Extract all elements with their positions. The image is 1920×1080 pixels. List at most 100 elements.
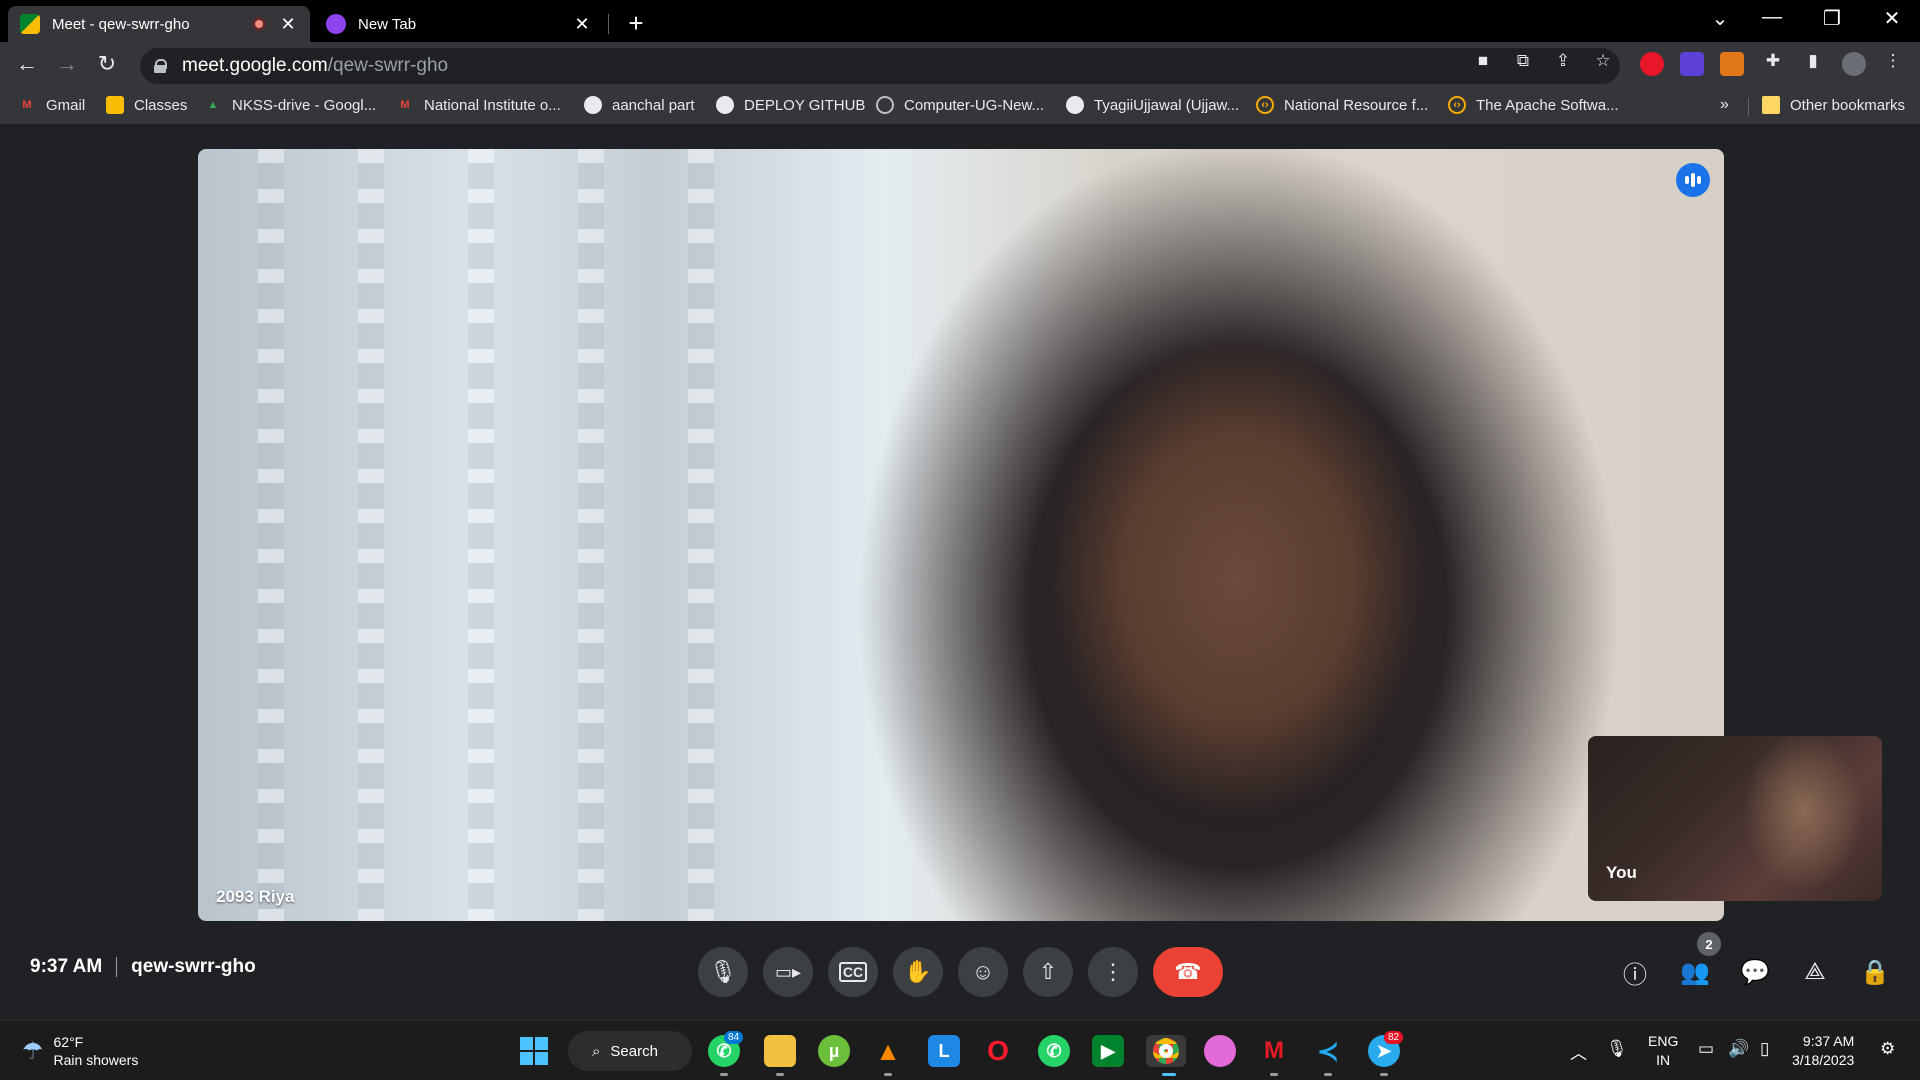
- lock-icon: [154, 59, 167, 73]
- meet-stage: 2093 Riya You 9:37 AM qew-swrr-gho 🎙 ▭▸ …: [0, 124, 1920, 1020]
- app-running-indicator: [1380, 1073, 1388, 1076]
- app-running-indicator: [720, 1073, 728, 1076]
- bookmark-national-institute[interactable]: M National Institute o...: [396, 96, 560, 114]
- windows-taskbar: ☂ 62°F Rain showers ⌕ Search ✆ 84 µ ▲ L …: [0, 1020, 1920, 1080]
- tab-new-tab[interactable]: New Tab ✕: [314, 6, 604, 42]
- camera-in-use-icon[interactable]: ■: [1470, 51, 1496, 71]
- bookmark-apache[interactable]: ‹› The Apache Softwa...: [1448, 96, 1619, 114]
- system-clock[interactable]: 9:37 AM 3/18/2023: [1792, 1032, 1854, 1070]
- volume-icon[interactable]: 🔊: [1728, 1039, 1749, 1059]
- meet-favicon-icon: [20, 14, 40, 34]
- profile-avatar[interactable]: [1842, 52, 1866, 76]
- bookmark-deploy-github[interactable]: DEPLOY GITHUB: [716, 96, 865, 114]
- clock-time: 9:37 AM: [1802, 1033, 1855, 1049]
- chrome-icon[interactable]: [1146, 1035, 1186, 1067]
- network-icon[interactable]: ▭: [1698, 1039, 1714, 1059]
- more-bookmarks-button[interactable]: »: [1720, 96, 1729, 114]
- notifications-icon[interactable]: ⚙: [1880, 1039, 1895, 1059]
- minimize-button[interactable]: —: [1752, 6, 1792, 29]
- bookmark-computer-ug[interactable]: Computer-UG-New...: [876, 96, 1044, 114]
- tab-close-icon[interactable]: ✕: [572, 14, 592, 35]
- battery-icon[interactable]: ▯: [1760, 1039, 1769, 1059]
- open-in-app-icon[interactable]: ⧉: [1510, 51, 1536, 71]
- participant-name: 2093 Riya: [216, 887, 295, 906]
- taskbar-search[interactable]: ⌕ Search: [568, 1031, 692, 1071]
- tab-search-chevron-icon[interactable]: ⌄: [1700, 6, 1740, 31]
- forward-button[interactable]: →: [52, 51, 82, 77]
- info-icon: ⓘ: [1623, 961, 1647, 989]
- activities-icon: ⟁: [1804, 958, 1826, 985]
- meeting-details: 9:37 AM qew-swrr-gho: [30, 956, 256, 978]
- new-tab-button[interactable]: +: [622, 8, 650, 39]
- more-options-button[interactable]: ⋮: [1088, 947, 1138, 997]
- bookmark-tyagiiujjawal[interactable]: TyagiiUjjawal (Ujjaw...: [1066, 96, 1239, 114]
- chat-button[interactable]: 💬: [1737, 954, 1773, 990]
- whatsapp-web-icon[interactable]: ✆: [1038, 1035, 1070, 1067]
- other-bookmarks[interactable]: Other bookmarks: [1762, 96, 1905, 114]
- main-video-tile[interactable]: 2093 Riya: [198, 149, 1724, 921]
- google-meet-icon[interactable]: ▶: [1092, 1035, 1124, 1067]
- tab-meet[interactable]: Meet - qew-swrr-gho ✕: [8, 6, 310, 42]
- search-label: Search: [610, 1042, 658, 1060]
- start-button[interactable]: [520, 1037, 548, 1065]
- weather-widget[interactable]: ☂ 62°F Rain showers: [22, 1033, 138, 1069]
- bookmark-gmail[interactable]: M Gmail: [18, 96, 85, 114]
- raise-hand-button[interactable]: ✋: [893, 947, 943, 997]
- video-background: [688, 149, 714, 921]
- opera-icon[interactable]: O: [982, 1035, 1014, 1067]
- extension-red-icon[interactable]: [1640, 52, 1664, 76]
- vscode-icon[interactable]: ≺: [1312, 1035, 1344, 1067]
- bookmark-nkss-drive[interactable]: ▲ NKSS-drive - Googl...: [204, 96, 377, 114]
- people-button[interactable]: 👥: [1677, 954, 1713, 990]
- microphone-icon: 🎙: [709, 959, 737, 984]
- bookmark-aanchal-part[interactable]: aanchal part: [584, 96, 695, 114]
- bookmark-label: aanchal part: [612, 96, 695, 114]
- show-hidden-icons-chevron-icon[interactable]: ︿: [1570, 1039, 1587, 1064]
- captions-icon: CC: [838, 962, 868, 982]
- metamask-icon[interactable]: [1720, 52, 1744, 76]
- microphone-button[interactable]: 🎙: [698, 947, 748, 997]
- bookmark-star-icon[interactable]: ☆: [1590, 51, 1616, 71]
- divider: [116, 957, 118, 977]
- camera-button[interactable]: ▭▸: [763, 947, 813, 997]
- restore-button[interactable]: ❐: [1812, 6, 1852, 31]
- input-language[interactable]: ENG IN: [1648, 1032, 1678, 1070]
- address-bar[interactable]: meet.google.com/qew-swrr-gho: [140, 48, 1620, 84]
- self-video-tile[interactable]: You: [1588, 736, 1882, 901]
- l-app-icon[interactable]: L: [928, 1035, 960, 1067]
- bookmark-classes[interactable]: Classes: [106, 96, 187, 114]
- reload-button[interactable]: ↻: [92, 51, 122, 77]
- search-icon: ⌕: [592, 1042, 601, 1060]
- host-controls-button[interactable]: 🔒: [1857, 954, 1893, 990]
- tab-close-icon[interactable]: ✕: [278, 14, 298, 35]
- reactions-button[interactable]: ☺: [958, 947, 1008, 997]
- folder-icon: [1762, 96, 1780, 114]
- side-panel-icon[interactable]: ▮: [1800, 51, 1826, 71]
- bookmark-separator: [1748, 98, 1749, 116]
- pink-app-icon[interactable]: [1204, 1035, 1236, 1067]
- extension-purple-icon[interactable]: [1680, 52, 1704, 76]
- hand-icon: ✋: [904, 959, 932, 984]
- meeting-info-button[interactable]: ⓘ: [1617, 954, 1653, 990]
- mcafee-icon[interactable]: M: [1258, 1035, 1290, 1067]
- meeting-time: 9:37 AM: [30, 956, 103, 977]
- bookmark-label: Classes: [134, 96, 188, 114]
- menu-kebab-icon[interactable]: ⋮: [1880, 51, 1906, 71]
- back-button[interactable]: ←: [12, 51, 42, 77]
- people-icon: 👥: [1680, 958, 1710, 986]
- bookmark-label: Gmail: [46, 96, 86, 114]
- bookmark-national-resource[interactable]: ‹› National Resource f...: [1256, 96, 1428, 114]
- present-button[interactable]: ⇧: [1023, 947, 1073, 997]
- vlc-icon[interactable]: ▲: [872, 1035, 904, 1067]
- utorrent-icon[interactable]: µ: [818, 1035, 850, 1067]
- microphone-tray-icon[interactable]: 🎙: [1606, 1039, 1628, 1059]
- share-icon[interactable]: ⇪: [1550, 51, 1576, 71]
- weather-condition: Rain showers: [53, 1052, 139, 1068]
- file-explorer-icon[interactable]: [764, 1035, 796, 1067]
- url-host: meet.google.com: [182, 55, 328, 76]
- close-window-button[interactable]: ✕: [1872, 6, 1912, 31]
- leave-call-button[interactable]: ☎: [1153, 947, 1223, 997]
- extensions-puzzle-icon[interactable]: ✚: [1760, 51, 1786, 71]
- captions-button[interactable]: CC: [828, 947, 878, 997]
- activities-button[interactable]: ⟁: [1797, 954, 1833, 990]
